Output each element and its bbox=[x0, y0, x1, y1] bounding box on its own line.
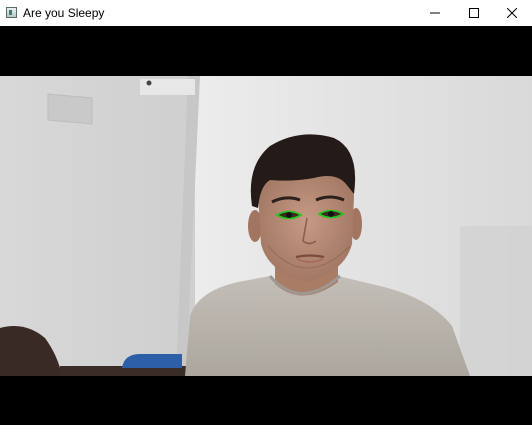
window-title: Are you Sleepy bbox=[23, 6, 105, 20]
maximize-icon bbox=[469, 8, 479, 18]
eye-outline-right bbox=[317, 209, 345, 219]
camera-viewport bbox=[0, 26, 532, 425]
title-bar[interactable]: Are you Sleepy bbox=[0, 0, 532, 26]
app-window-icon bbox=[6, 7, 17, 18]
webcam-image bbox=[0, 76, 532, 376]
app-window: Are you Sleepy bbox=[0, 0, 532, 425]
close-button[interactable] bbox=[492, 0, 532, 26]
minimize-button[interactable] bbox=[415, 0, 455, 26]
minimize-icon bbox=[430, 8, 440, 18]
webcam-frame bbox=[0, 76, 532, 376]
maximize-button[interactable] bbox=[454, 0, 494, 26]
close-icon bbox=[507, 8, 517, 18]
eye-outline-left bbox=[275, 210, 303, 220]
